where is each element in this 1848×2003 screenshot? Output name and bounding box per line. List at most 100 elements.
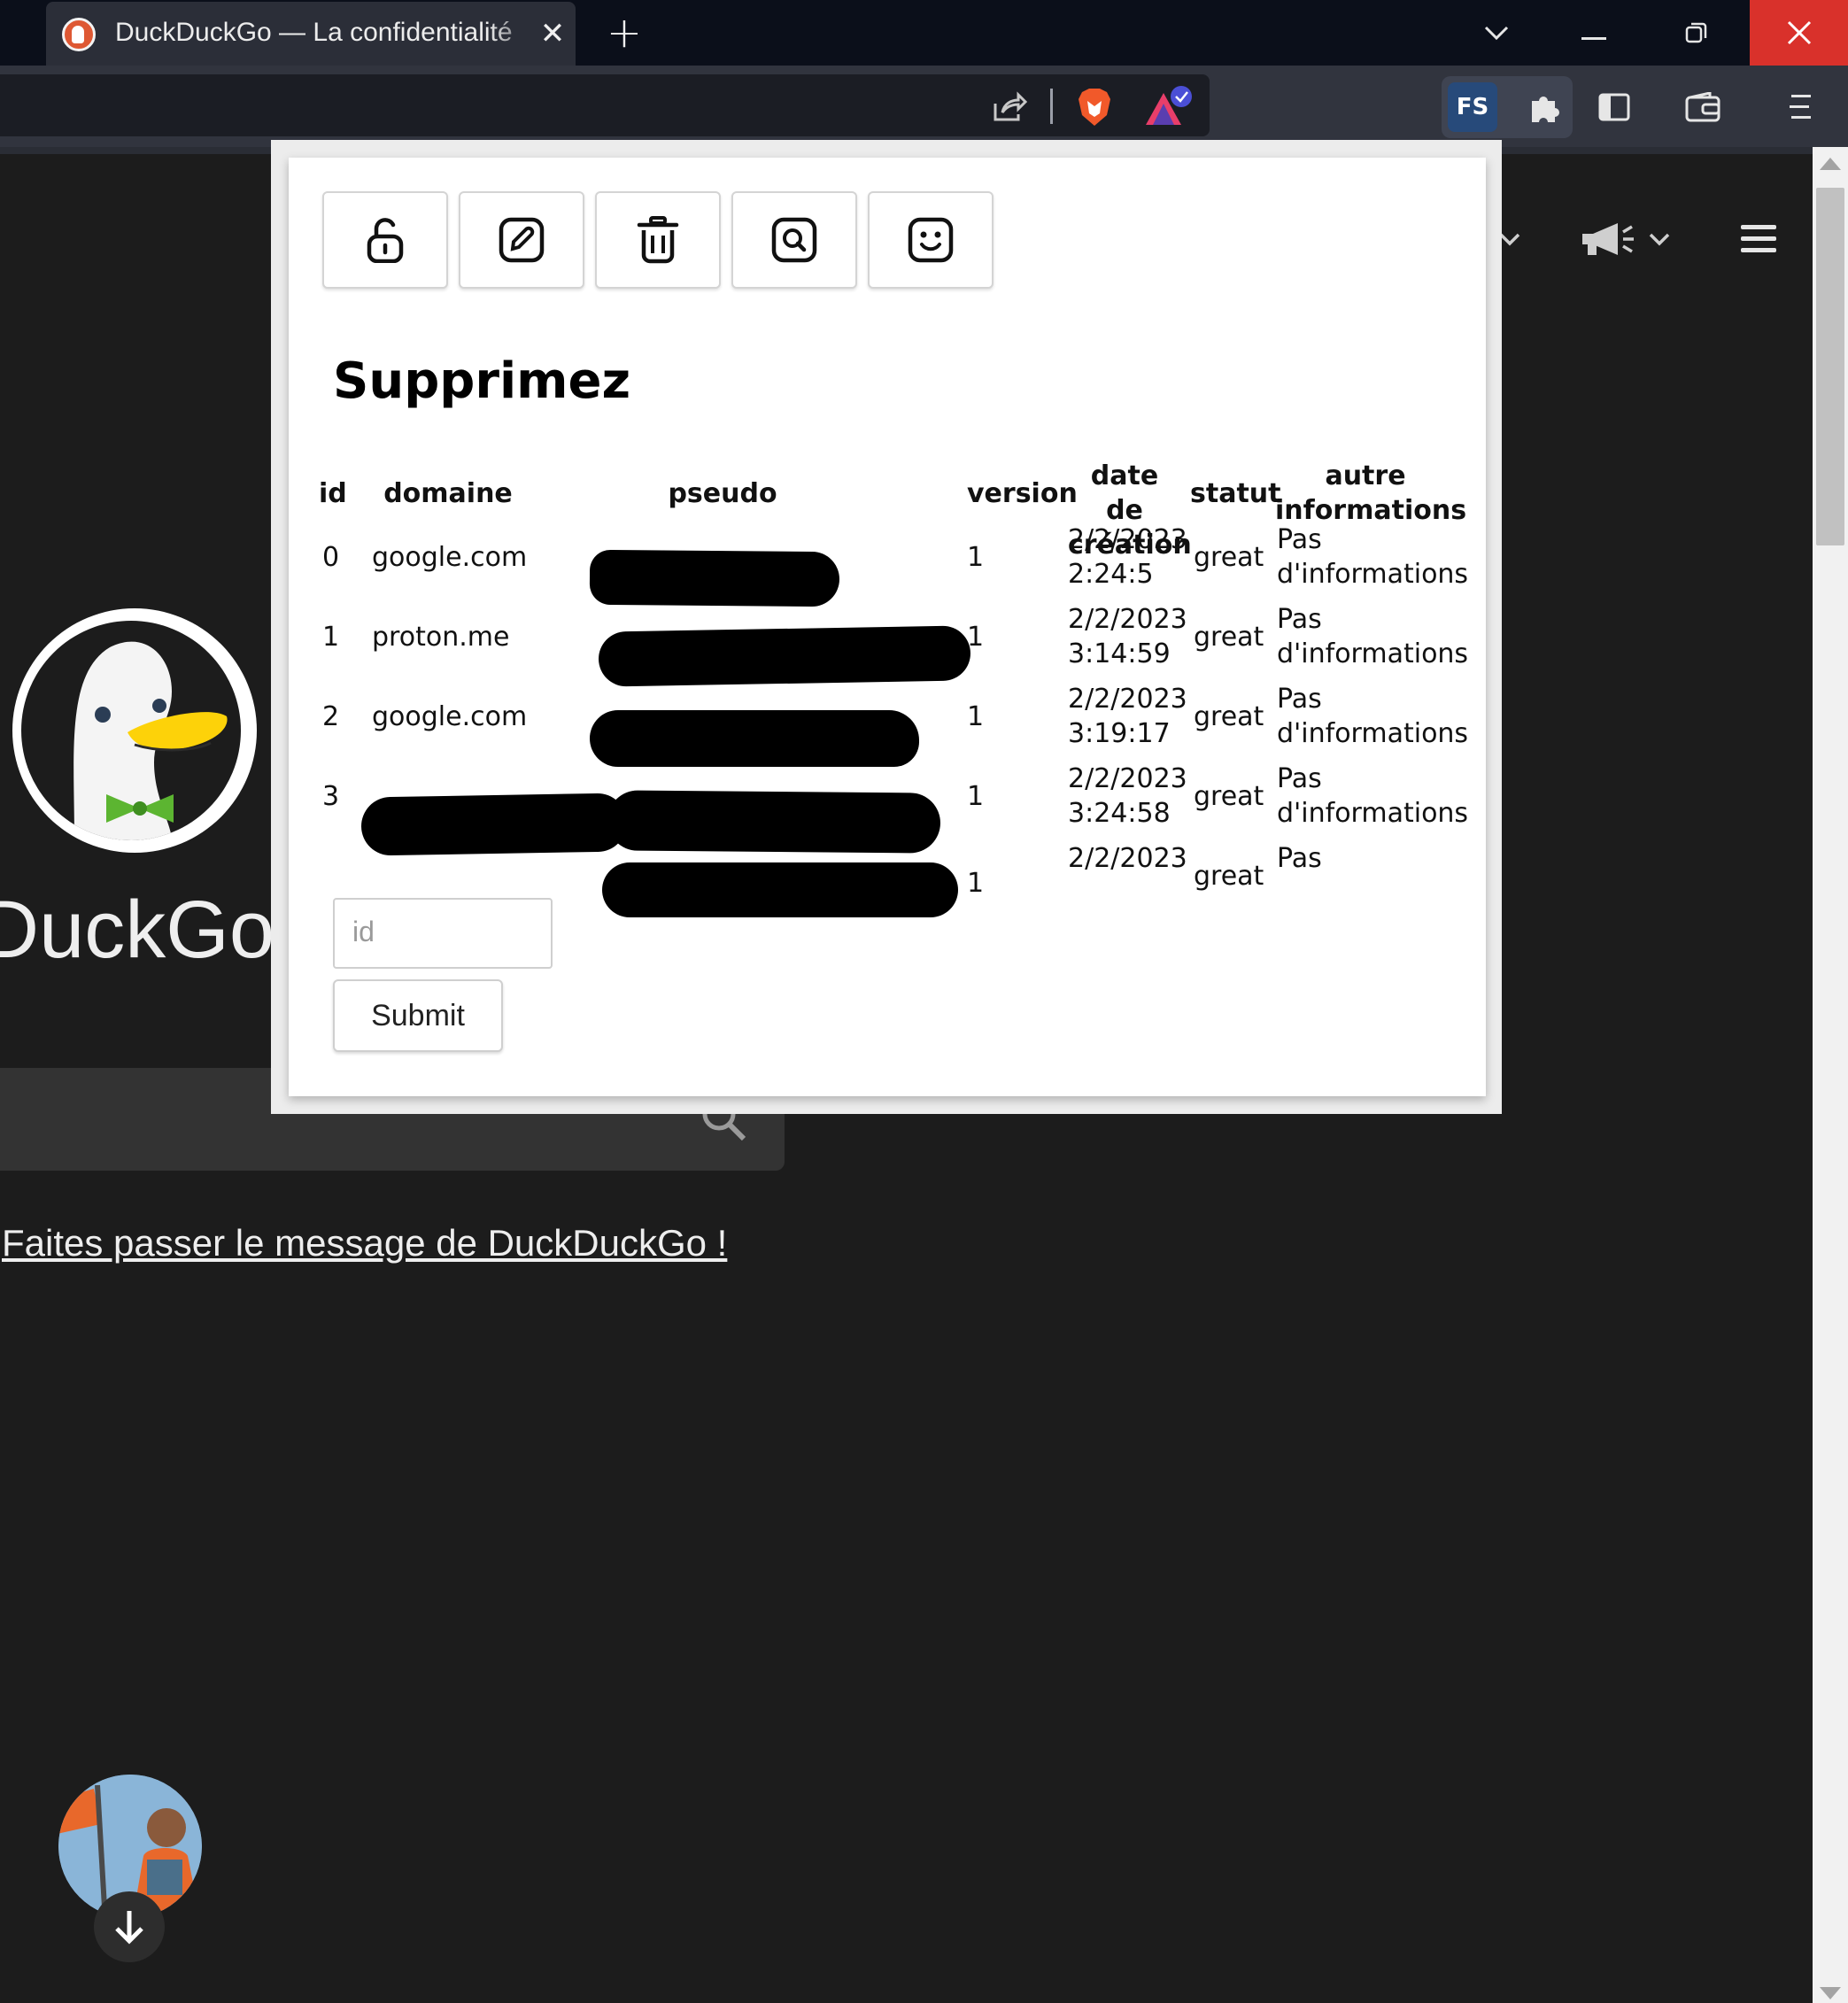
- page-title: Supprimez: [333, 352, 631, 410]
- cell-domaine: google.com: [372, 701, 528, 732]
- title-bar: DuckDuckGo — La confidentialité ✕ +: [0, 0, 1848, 66]
- cell-date-day: 2/2/2023: [1068, 684, 1187, 715]
- puzzle-icon: [1532, 97, 1559, 122]
- duck-logo-icon: [21, 621, 241, 840]
- redaction-mark: [607, 790, 941, 854]
- hamburger-line: [1741, 225, 1776, 229]
- unlock-icon: [367, 218, 404, 263]
- smile-button[interactable]: [868, 191, 994, 289]
- delete-button[interactable]: [595, 191, 721, 289]
- chevron-down-icon: [1484, 26, 1509, 41]
- edit-button[interactable]: [459, 191, 584, 289]
- tab-fade: [489, 11, 542, 57]
- spread-the-word-link[interactable]: Faites passer le message de DuckDuckGo !: [2, 1222, 727, 1264]
- unlock-button[interactable]: [322, 191, 448, 289]
- redaction-mark: [590, 710, 919, 767]
- cell-date-time: 2:24:5: [1068, 559, 1154, 590]
- megaphone-icon: [1582, 223, 1634, 255]
- duckduckgo-wordmark: ckDuckGo: [0, 877, 274, 983]
- cell-statut: great: [1194, 861, 1264, 892]
- chevron-down-icon: [1649, 233, 1670, 246]
- cell-autre-line2: d'informations: [1277, 638, 1469, 669]
- arrow-down-icon: [115, 1911, 143, 1945]
- brave-lion-icon: [1079, 89, 1110, 126]
- share-icon: [994, 91, 1027, 121]
- tab-duckduckgo[interactable]: DuckDuckGo — La confidentialité ✕: [46, 2, 576, 66]
- cell-id: 1: [322, 622, 340, 653]
- wallet-icon: [1685, 92, 1720, 122]
- hamburger-line: [1741, 248, 1776, 252]
- id-placeholder: id: [352, 916, 375, 947]
- cell-autre-line2: d'informations: [1277, 798, 1469, 829]
- toolbar-divider: [1050, 89, 1053, 124]
- fs-extension-button[interactable]: FS: [1448, 82, 1497, 132]
- window-close-button[interactable]: [1750, 0, 1848, 66]
- wallet-button[interactable]: [1681, 85, 1725, 129]
- header-domaine: domaine: [383, 478, 513, 509]
- menu-icon: [1790, 95, 1811, 119]
- cell-id: 0: [322, 542, 340, 573]
- cell-domaine: google.com: [372, 542, 528, 573]
- close-icon: [1787, 20, 1811, 45]
- cell-autre-line1: Pas: [1277, 524, 1322, 555]
- brave-shields-button[interactable]: [1070, 81, 1119, 133]
- cell-autre-line1: Pas: [1277, 843, 1322, 874]
- share-button[interactable]: [985, 85, 1034, 129]
- search-icon: [771, 217, 817, 263]
- announcements-dropdown[interactable]: [1576, 218, 1674, 260]
- scroll-up-arrow-icon[interactable]: [1820, 158, 1841, 170]
- header-id: id: [319, 478, 347, 509]
- cell-date-day: 2/2/2023: [1068, 763, 1187, 794]
- cell-date-time: 3:14:59: [1068, 638, 1171, 669]
- cell-date-day: 2/2/2023: [1068, 843, 1187, 874]
- smile-icon: [908, 217, 954, 263]
- restore-icon: [1685, 22, 1707, 43]
- cell-domaine: proton.me: [372, 622, 510, 653]
- cell-autre-line2: d'informations: [1277, 718, 1469, 749]
- cell-statut: great: [1194, 542, 1264, 573]
- cell-id: 3: [322, 781, 340, 812]
- sidebar-icon: [1598, 93, 1630, 121]
- edit-icon: [499, 217, 545, 263]
- browser-menu-button[interactable]: [1780, 85, 1821, 129]
- duckduckgo-favicon-icon: [62, 18, 96, 51]
- extensions-button[interactable]: [1523, 85, 1567, 129]
- cell-statut: great: [1194, 701, 1264, 732]
- submit-button[interactable]: Submit: [333, 979, 503, 1052]
- cell-statut: great: [1194, 622, 1264, 653]
- tab-title: DuckDuckGo — La confidentialité: [115, 18, 513, 47]
- redaction-mark: [602, 862, 958, 917]
- header-date-line1: date de: [1090, 460, 1159, 526]
- sidebar-toggle-button[interactable]: [1592, 85, 1636, 129]
- download-button[interactable]: [94, 1891, 165, 1962]
- id-input[interactable]: id: [333, 898, 553, 969]
- trash-icon: [637, 216, 679, 264]
- rewards-triangle-icon: [1146, 86, 1192, 125]
- minimize-button[interactable]: [1550, 0, 1638, 66]
- cell-autre-line2: d'informations: [1277, 559, 1469, 590]
- header-version: version: [967, 478, 1078, 509]
- cell-autre-line1: Pas: [1277, 763, 1322, 794]
- cell-date-day: 2/2/2023: [1068, 604, 1187, 635]
- page-menu-button[interactable]: [1741, 225, 1776, 253]
- restore-button[interactable]: [1652, 0, 1741, 66]
- tab-list-button[interactable]: [1452, 0, 1541, 66]
- redaction-mark: [360, 793, 628, 856]
- cell-version: 1: [967, 781, 985, 812]
- cell-id: 2: [322, 701, 340, 732]
- header-autre-line1: autre: [1325, 460, 1406, 491]
- new-tab-button[interactable]: +: [602, 11, 646, 55]
- cell-autre-line1: Pas: [1277, 604, 1322, 635]
- scroll-down-arrow-icon[interactable]: [1820, 1987, 1841, 1999]
- minimize-icon: [1581, 37, 1606, 40]
- brave-rewards-button[interactable]: [1142, 81, 1195, 133]
- scrollbar-thumb[interactable]: [1816, 188, 1844, 545]
- search-button[interactable]: [731, 191, 857, 289]
- redaction-mark: [598, 625, 971, 687]
- header-statut: statut: [1190, 478, 1281, 509]
- cell-autre-line1: Pas: [1277, 684, 1322, 715]
- extension-popup: Supprimez id domaine pseudo version date…: [289, 158, 1486, 1096]
- cell-date-time: 3:24:58: [1068, 798, 1171, 829]
- tab-close-icon[interactable]: ✕: [535, 14, 570, 53]
- cell-date-day: 2/2/2023: [1068, 524, 1187, 555]
